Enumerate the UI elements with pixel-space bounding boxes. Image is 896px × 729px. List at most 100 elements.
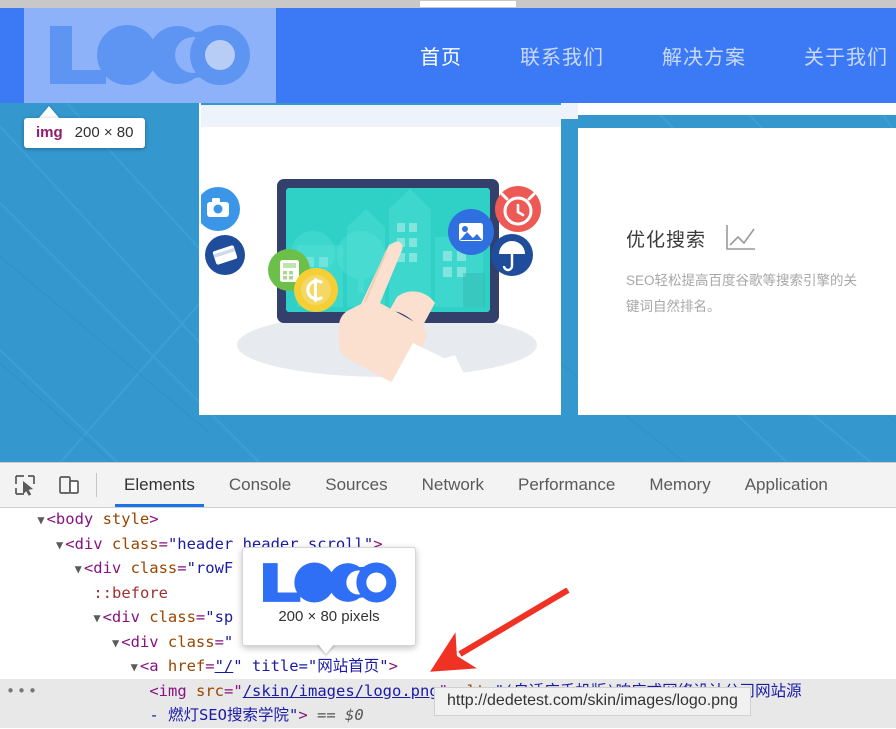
dom-token-sp [121,559,130,577]
disclosure-triangle-icon[interactable]: ▼ [112,636,119,650]
dom-token-attr: class [167,632,215,651]
dom-token-tag: div [93,559,122,577]
feature-card-description: SEO轻松提高百度谷歌等搜索引擎的关键词自然排名。 [626,273,858,314]
dom-token-link: "/ [214,657,234,675]
dom-token-sp [140,608,149,626]
dom-token-punct: < [83,559,94,577]
image-preview-tooltip: 200 × 80 pixels [242,547,416,646]
dom-token-punct: < [149,681,159,700]
dom-line-indent [0,584,93,602]
hero-illustration-card [201,105,561,415]
dom-token-punct: > [149,510,159,528]
dom-token-sp [187,682,196,700]
device-toolbar-button[interactable] [50,466,88,504]
dom-token-punct: > [388,657,398,675]
icon-card-navy [205,235,245,275]
inspected-logo-highlight[interactable] [24,8,276,103]
dom-token-sp [308,706,317,724]
dom-token-punct: = [158,534,168,553]
dom-tree-line[interactable]: ▼ <div class="header header_scroll"> [0,532,896,557]
disclosure-triangle-icon[interactable]: ▼ [56,538,63,552]
disclosure-triangle-icon[interactable]: ▼ [37,513,44,527]
dom-token-pseudo: ::before [93,583,168,602]
status-bar-url: http://dedetest.com/skin/images/logo.png [434,687,751,716]
dom-token-attr: src [196,681,224,700]
nav-item-solutions[interactable]: 解决方案 [662,41,746,70]
nav-item-about[interactable]: 关于我们 [804,41,888,70]
dom-token-punct: " [233,681,243,700]
dom-token-punct: = [205,657,215,675]
dom-token-punct: > [298,706,308,724]
dom-token-sp [159,657,168,675]
dom-token-sp [93,510,102,528]
monitor-hand-touch-illustration [201,105,561,415]
dom-token-val: "rowF [186,559,234,577]
disclosure-triangle-icon[interactable]: ▼ [75,562,82,576]
screenshot-root: 优化搜索 SEO轻松提高百度谷歌等搜索引擎的关键词自然排名。 首页 联系我们 解… [0,0,896,729]
dom-token-attr: href [167,657,206,675]
devtools-toolbar: Elements Console Sources Network Perform… [0,463,896,508]
tab-elements[interactable]: Elements [107,463,212,507]
dom-tree-line[interactable]: ▼ <a href="/" title="网站首页"> [0,654,896,679]
site-logo[interactable] [44,22,254,88]
dom-token-punct: = [177,559,187,577]
dom-token-attr: class [149,608,196,626]
tab-performance[interactable]: Performance [501,463,632,507]
feature-card-top-sliver [578,103,896,115]
page-scrollbar-thumb[interactable] [420,1,516,7]
image-preview-caption: 200 × 80 pixels [278,608,380,625]
disclosure-triangle-icon[interactable]: ▼ [131,660,138,674]
dom-line-indent [0,535,56,553]
dom-token-punct: < [139,657,150,675]
nav-item-contact[interactable]: 联系我们 [520,41,604,70]
dom-line-indent [0,657,131,675]
dom-line-indent [0,633,112,651]
dom-token-val: - 燃灯SEO搜索学院" [149,706,299,724]
tab-application[interactable]: Application [728,463,845,507]
dom-tree-line[interactable]: ::before [0,581,896,606]
dom-token-link: /skin/images/logo.png [242,681,439,700]
icon-photos-blue [448,209,494,255]
inspector-size-tooltip: img 200 × 80 [24,118,146,148]
dom-token-tag: div [74,534,103,553]
inspect-element-button[interactable] [6,466,44,504]
toolbar-divider [96,473,97,497]
dom-token-punct: < [121,632,131,651]
tab-network[interactable]: Network [405,463,501,507]
dom-token-sp [159,633,168,651]
dom-line-overflow-dots: ••• [6,681,40,700]
dom-token-attr: style [102,510,150,528]
nav-item-home[interactable]: 首页 [420,41,462,70]
dom-token-punct: = [195,608,206,626]
inspector-tag-label: img [36,124,63,141]
web-page-viewport: 优化搜索 SEO轻松提高百度谷歌等搜索引擎的关键词自然排名。 首页 联系我们 解… [0,0,896,462]
tab-sources[interactable]: Sources [308,463,404,507]
dom-token-punct: < [46,510,56,528]
tab-console[interactable]: Console [212,463,308,507]
dom-line-indent [0,510,37,528]
dom-token-tag: div [111,608,140,626]
disclosure-triangle-icon[interactable]: ▼ [93,611,100,625]
dom-token-attr: class [130,559,178,577]
page-scrollbar[interactable] [0,0,896,8]
dom-tree-line[interactable]: ▼ <div class="rowF [0,556,896,581]
line-chart-icon [726,225,756,250]
dom-token-attr: class [111,534,159,553]
dom-line-indent [0,559,75,577]
page-pale-corner [561,103,578,119]
image-preview-arrow [317,643,335,654]
tab-memory[interactable]: Memory [632,463,727,507]
feature-card-title: 优化搜索 [626,229,707,251]
dom-tree-line[interactable]: ▼ <body style> [0,507,896,532]
dom-token-val: " [223,632,234,651]
feature-card: 优化搜索 SEO轻松提高百度谷歌等搜索引擎的关键词自然排名。 [578,128,896,415]
preview-logo [263,562,397,603]
site-navigation: 首页 联系我们 解决方案 关于我们 [420,8,888,103]
dom-token-tag: div [130,632,159,651]
dom-tree-line[interactable]: ▼ <div class="sp [0,605,896,630]
dom-tree-line[interactable]: ▼ <div class=" [0,630,896,655]
dom-token-punct: < [65,534,75,553]
icon-alarm-red [495,186,541,232]
dom-token-punct: = [214,632,224,651]
inspect-element-icon [15,475,35,496]
